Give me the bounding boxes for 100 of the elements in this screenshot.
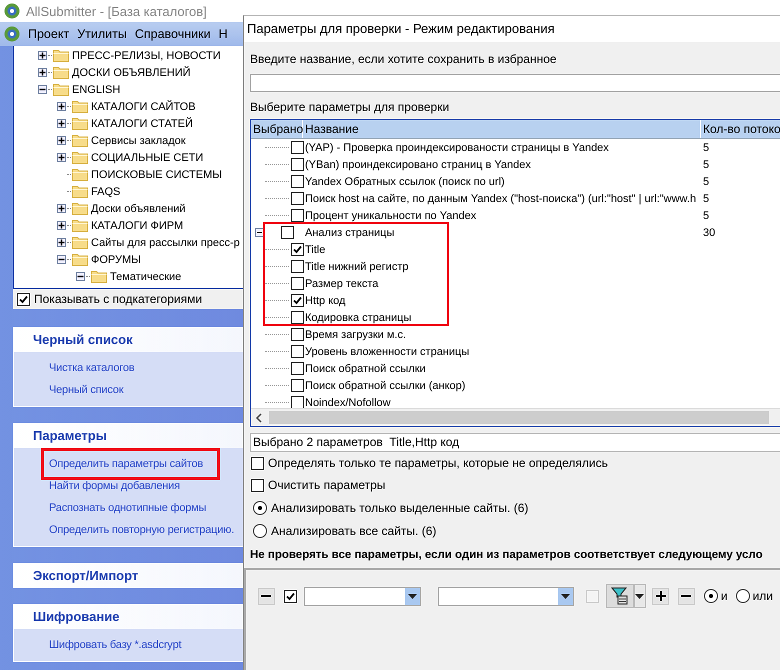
radio-button[interactable] <box>253 524 267 538</box>
radio-button[interactable] <box>704 589 718 603</box>
section-label: Выберите параметры для проверки <box>250 100 450 115</box>
menu-item[interactable]: Утилиты <box>77 27 127 41</box>
checkbox[interactable] <box>251 478 264 492</box>
caret-icon <box>635 594 644 598</box>
expander-icon[interactable] <box>38 51 47 60</box>
folder-icon <box>91 270 107 283</box>
tree-item[interactable]: ПРЕСС-РЕЛИЗЫ, НОВОСТИ <box>72 50 221 62</box>
tree-item[interactable]: СОЦИАЛЬНЫЕ СЕТИ <box>91 152 204 164</box>
filter-button[interactable] <box>606 584 634 608</box>
radio-label: Анализировать только выделенные сайты. (6) <box>271 500 528 514</box>
column-header[interactable]: Выбрано <box>251 120 303 138</box>
checkbox[interactable] <box>17 292 30 306</box>
add-button[interactable] <box>652 588 670 604</box>
folder-icon <box>72 151 88 164</box>
tree-item[interactable]: Сервисы закладок <box>91 134 186 146</box>
radio-label: и <box>720 589 728 603</box>
checkbox[interactable] <box>284 590 297 602</box>
plus-icon <box>654 590 667 602</box>
tree-item[interactable]: ФОРУМЫ <box>91 254 141 266</box>
expander-icon[interactable] <box>57 221 66 230</box>
checkbox[interactable] <box>291 277 304 290</box>
tree-item[interactable]: ПОИСКОВЫЕ СИСТЕМЫ <box>91 168 222 180</box>
checkbox[interactable] <box>291 192 304 205</box>
remove-button[interactable] <box>258 588 275 604</box>
tree-item[interactable]: КАТАЛОГИ СТАТЕЙ <box>91 118 193 130</box>
scrollbar-thumb[interactable] <box>269 411 769 424</box>
checkbox[interactable] <box>291 294 304 307</box>
dialog-title: Параметры для проверки - Режим редактирования <box>244 16 780 42</box>
checkbox[interactable] <box>291 141 304 154</box>
column-header[interactable]: Название <box>303 120 701 138</box>
checkbox[interactable] <box>251 456 264 470</box>
expander-icon[interactable] <box>57 238 66 247</box>
folder-icon <box>72 117 88 130</box>
checkbox[interactable] <box>291 345 304 358</box>
parameter-name: Время загрузки м.с. <box>304 328 408 340</box>
filter-dropdown-button[interactable] <box>634 584 646 608</box>
tree-item[interactable]: Доски объявлений <box>91 202 186 214</box>
parameter-name: Размер текста <box>304 278 380 290</box>
task-link[interactable]: Шифровать базу *.asdcrypt <box>41 629 198 661</box>
checkbox[interactable] <box>291 362 304 375</box>
menu-item[interactable]: Н <box>218 27 228 41</box>
name-input-field[interactable] <box>250 74 780 92</box>
radio-button[interactable] <box>736 589 750 603</box>
parameter-name: Поиск обратной ссылки <box>304 362 427 374</box>
checkbox[interactable] <box>281 226 294 239</box>
checkbox[interactable] <box>291 396 304 408</box>
tree-item[interactable]: ENGLISH <box>72 84 120 96</box>
expander-icon[interactable] <box>38 68 47 77</box>
tree-item[interactable]: Тематические <box>110 270 182 282</box>
expander-icon[interactable] <box>57 204 66 213</box>
checkbox[interactable] <box>291 311 304 324</box>
parameter-name: Поиск host на сайте, по данным Yandex ("host-поиска") (url:"host" | url:"www.h <box>304 192 698 204</box>
column-header[interactable]: Кол-во потоко <box>701 120 780 138</box>
thread-count: 5 <box>702 158 710 170</box>
folder-icon <box>72 100 88 113</box>
parameter-name: Кодировка страницы <box>304 312 412 324</box>
folder-icon <box>72 236 88 249</box>
checkbox[interactable] <box>291 328 304 341</box>
expander-icon[interactable] <box>57 136 66 145</box>
tree-item[interactable]: ДОСКИ ОБЪЯВЛЕНИЙ <box>72 66 191 78</box>
folder-icon <box>53 66 69 79</box>
thread-count: 5 <box>702 176 710 188</box>
menu-item[interactable]: Проект <box>28 27 70 41</box>
expander-icon[interactable] <box>57 102 66 111</box>
tree-item[interactable]: КАТАЛОГИ ФИРМ <box>91 220 184 232</box>
folder-icon <box>72 134 88 147</box>
menu-item[interactable]: Справочники <box>134 27 211 41</box>
thread-count: 5 <box>702 210 710 222</box>
tree-item[interactable]: КАТАЛОГИ САЙТОВ <box>91 100 196 112</box>
checkbox-label: Определять только те параметры, которые не определялись <box>268 456 608 470</box>
expander-icon[interactable] <box>255 228 264 237</box>
checkbox[interactable] <box>291 209 304 222</box>
parameter-name: Yandex Обратных ссылок (поиск по url) <box>304 176 506 188</box>
tree-item[interactable]: Сайты для рассылки пресс-р <box>91 236 240 248</box>
caret-icon <box>408 594 417 598</box>
expander-icon[interactable] <box>57 153 66 162</box>
checkbox-label: Показывать с подкатегориями <box>34 292 202 306</box>
condition-heading: Не проверять все параметры, если один из параметров соответствует следующему усло <box>250 548 764 563</box>
expander-icon[interactable] <box>76 272 85 281</box>
checkbox[interactable] <box>291 260 304 273</box>
tree-item[interactable]: FAQS <box>91 186 120 198</box>
expander-icon[interactable] <box>57 255 66 264</box>
parameter-name: Процент уникальности по Yandex <box>304 210 478 222</box>
horizontal-scrollbar[interactable] <box>251 408 780 426</box>
field-label: Введите название, если хотите сохранить в избранное <box>250 52 558 67</box>
task-link[interactable]: Определить параметры сайтов <box>41 448 220 480</box>
remove-button[interactable] <box>678 588 695 604</box>
expander-icon[interactable] <box>57 119 66 128</box>
expander-icon[interactable] <box>38 85 47 94</box>
radio-button[interactable] <box>253 500 267 514</box>
thread-count: 5 <box>702 142 710 154</box>
checkbox[interactable] <box>291 175 304 188</box>
scroll-left-icon[interactable] <box>255 412 263 422</box>
checkbox[interactable] <box>291 243 304 256</box>
checkbox-label: Очистить параметры <box>268 478 386 492</box>
checkbox[interactable] <box>291 379 304 392</box>
checkbox[interactable] <box>291 158 304 171</box>
caret-icon <box>560 594 570 598</box>
